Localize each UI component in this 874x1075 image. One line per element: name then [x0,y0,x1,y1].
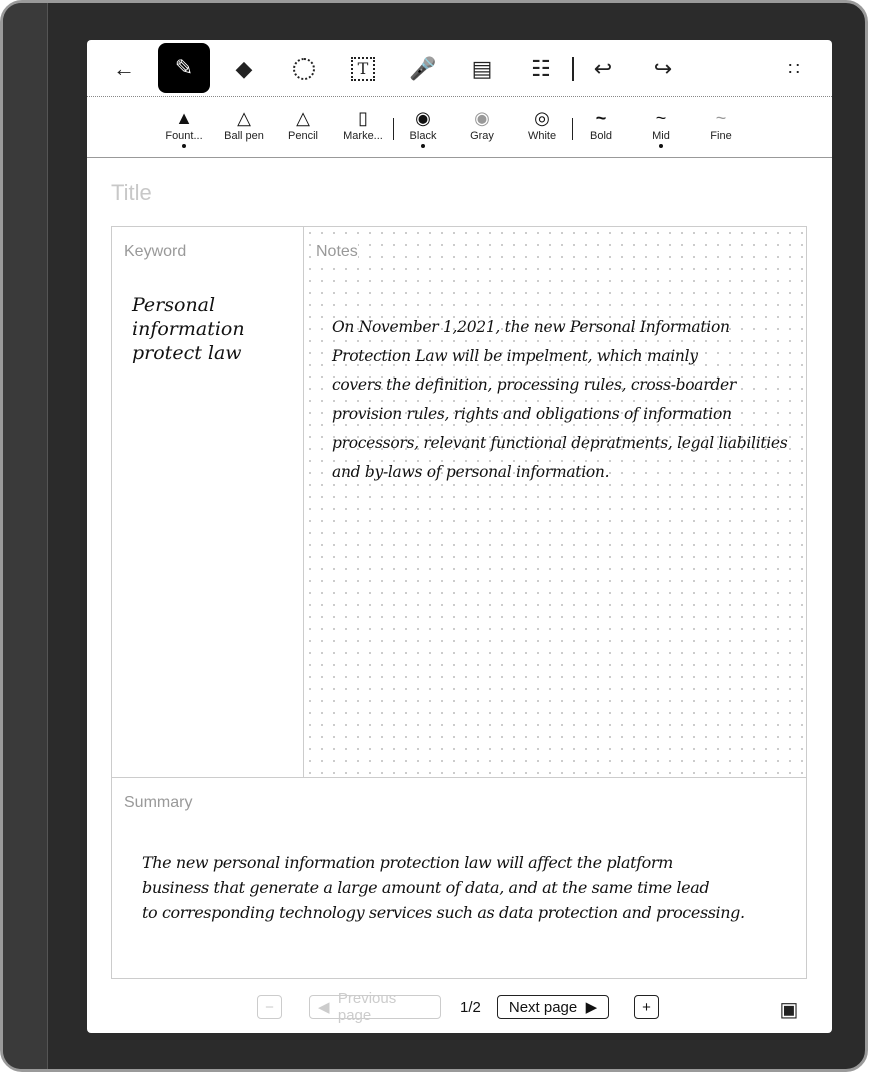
white-color-icon: ◎ [534,108,550,128]
left-triangle-icon: ◀ [318,999,338,1016]
microphone-icon[interactable]: 🎤 [400,46,446,92]
fountain-pen-icon: ▲ [175,108,193,128]
page-overview-icon[interactable]: ▣ [777,997,801,1021]
page-indicator: 1/2 [460,999,481,1016]
selected-dot [182,144,186,148]
notes-handwriting: On November 1,2021, the new Personal Inf… [332,318,788,481]
notes-label: Notes [316,243,358,261]
pen-marker[interactable]: ▯ Marke... [333,106,393,142]
toolbar-divider [572,57,574,81]
ball-pen-icon: △ [237,108,251,128]
template-icon[interactable]: ☷ [518,46,564,92]
marker-icon: ▯ [358,108,368,128]
width-bold[interactable]: ~ Bold [571,106,631,142]
pen-fountain[interactable]: ▲ Fount... [154,106,214,148]
right-triangle-icon: ▶ [577,999,598,1016]
selected-dot [659,144,663,148]
pen-options-bar: ▲ Fount... △ Ball pen △ Pencil ▯ Marke... ◉ B… [87,98,832,158]
color-gray[interactable]: ◉ Gray [452,106,512,142]
width-mid[interactable]: ~ Mid [631,106,691,148]
summary-section[interactable]: Summary The new personal information pro… [112,777,806,978]
keyword-section[interactable]: Keyword Personal information protect law [112,227,304,777]
fine-stroke-icon: ~ [715,108,727,128]
selected-dot [421,144,425,148]
add-page-button[interactable]: + [634,995,659,1019]
text-box-icon[interactable]: T [340,46,386,92]
image-icon[interactable]: ▤ [459,46,505,92]
title-field[interactable]: Title [111,180,152,206]
delete-page-button[interactable]: − [257,995,282,1019]
next-page-button[interactable]: Next page ▶ [497,995,609,1019]
notes-section[interactable]: Notes On November 1,2021, the new Person… [304,227,806,777]
redo-icon[interactable]: ↪ [640,46,686,92]
screen: ← ✎ ◆ T 🎤 ▤ ☷ ↩ ↪ ∷ ▲ Fount... △ Ball pen … [87,40,832,1033]
summary-handwriting: The new personal information protection … [142,853,745,922]
summary-label: Summary [124,794,193,811]
gray-color-icon: ◉ [474,108,490,128]
device-cover-strip [3,3,48,1069]
keyword-handwriting: Personal information protect law [132,294,245,364]
bold-stroke-icon: ~ [595,108,607,128]
pen-icon[interactable]: ✎ [158,43,210,93]
pen-pencil[interactable]: △ Pencil [273,106,333,142]
color-black[interactable]: ◉ Black [393,106,453,148]
black-color-icon: ◉ [415,108,431,128]
eraser-icon[interactable]: ◆ [221,46,267,92]
color-white[interactable]: ◎ White [512,106,572,142]
keyword-label: Keyword [124,243,187,260]
lasso-icon[interactable] [281,46,327,92]
main-toolbar: ← ✎ ◆ T 🎤 ▤ ☷ ↩ ↪ ∷ [87,40,832,97]
pencil-icon: △ [296,108,310,128]
cornell-notes-template: Keyword Personal information protect law… [111,226,807,979]
pen-ballpen[interactable]: △ Ball pen [214,106,274,142]
previous-page-button[interactable]: ◀ Previous page [309,990,441,1024]
width-fine[interactable]: ~ Fine [691,106,751,142]
more-icon[interactable]: ∷ [773,46,819,92]
mid-stroke-icon: ~ [655,108,667,128]
page-navigation: − ◀ Previous page 1/2 Next page ▶ + ▣ [87,990,832,1025]
back-arrow-icon[interactable]: ← [101,46,147,92]
undo-icon[interactable]: ↩ [580,46,626,92]
